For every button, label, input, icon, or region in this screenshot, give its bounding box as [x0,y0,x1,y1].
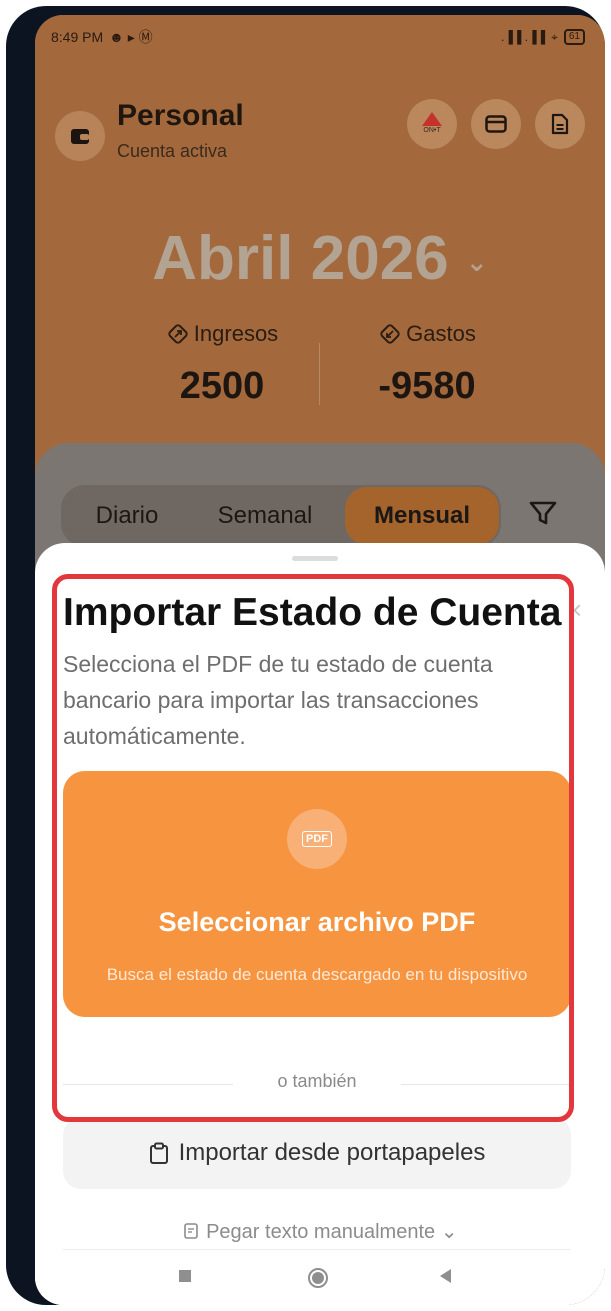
income-label: Ingresos [193,321,279,346]
sheet-description: Selecciona el PDF de tu estado de cuenta… [63,651,493,749]
pdf-file-icon: PDF [287,809,347,869]
or-text: o también [277,1071,357,1091]
home-button[interactable] [307,1267,329,1295]
select-pdf-subtitle: Busca el estado de cuenta descargado en … [106,965,528,984]
expense-icon [380,324,400,344]
select-pdf-title: Seleccionar archivo PDF [158,907,476,937]
manual-paste-toggle[interactable]: Pegar texto manualmente ⌄ [35,1219,605,1244]
recents-button[interactable] [177,1267,193,1290]
status-left: 8:49 PM ☻ ▸ Ⓜ [51,27,153,47]
tab-semanal[interactable]: Semanal [191,485,339,547]
import-bottom-sheet: Importar Estado de Cuenta × Selecciona e… [35,543,605,1305]
tab-diario[interactable]: Diario [65,485,189,547]
wifi-icon: ⌖ [551,29,558,44]
system-nav-bar [35,1255,605,1305]
filter-icon[interactable] [523,493,563,533]
summary-panel: Ingresos 2500 Gastos -9580 [35,321,605,431]
document-button[interactable] [535,99,585,149]
account-subtitle: Cuenta activa [117,141,228,161]
account-name[interactable]: Personal [117,99,244,133]
expense-value: -9580 [378,365,476,407]
signal-icon: .▐▐ .▐▐ [501,30,546,44]
credit-card-icon [485,115,507,133]
income-value: 2500 [179,365,265,407]
month-selector[interactable]: Abril 2026 ⌄ [35,223,605,294]
status-time: 8:49 PM [51,29,104,45]
import-clipboard-button[interactable]: Importar desde portapapeles [63,1117,571,1189]
month-label: Abril 2026 [152,224,449,293]
period-tabs: Diario Semanal Mensual [61,485,501,547]
phone-frame: 8:49 PM ☻ ▸ Ⓜ .▐▐ .▐▐ ⌖ 61 Personal Cuen… [6,6,605,1305]
expense-label-row: Gastos [327,321,527,347]
close-icon[interactable]: × [567,595,582,626]
income-label-row: Ingresos [122,321,322,347]
sheet-title: Importar Estado de Cuenta [63,591,562,634]
screen: 8:49 PM ☻ ▸ Ⓜ .▐▐ .▐▐ ⌖ 61 Personal Cuen… [35,15,605,1305]
select-pdf-button[interactable]: PDF Seleccionar archivo PDF Busca el est… [63,771,571,1017]
or-divider: o también [63,1069,571,1099]
summary-divider [319,343,320,405]
sheet-drag-handle[interactable] [292,556,338,561]
tab-mensual[interactable]: Mensual [345,487,499,545]
income-summary: Ingresos 2500 [122,321,322,408]
pdf-badge: PDF [302,831,332,847]
chevron-down-icon: ⌄ [465,247,488,278]
sheet-separator [63,1249,571,1250]
status-bar: 8:49 PM ☻ ▸ Ⓜ .▐▐ .▐▐ ⌖ 61 [35,15,605,59]
brand-button[interactable]: ON•T [407,99,457,149]
account-header: Personal Cuenta activa ON•T [55,99,585,169]
credit-card-button[interactable] [471,99,521,149]
status-right: .▐▐ .▐▐ ⌖ 61 [501,29,585,45]
document-icon [551,113,569,135]
battery-icon: 61 [563,29,585,45]
import-clipboard-label: Importar desde portapapeles [178,1139,486,1166]
brand-badge-text: ON•T [423,127,441,134]
edit-note-icon [183,1223,198,1239]
expense-summary: Gastos -9580 [327,321,527,408]
income-icon [168,324,188,344]
expense-label: Gastos [406,321,476,346]
notification-icons: ☻ ▸ Ⓜ [109,29,153,45]
brand-triangle-icon [422,112,442,126]
wallet-icon[interactable] [55,111,105,161]
manual-paste-label: Pegar texto manualmente [206,1221,436,1243]
back-button[interactable] [437,1267,453,1291]
clipboard-icon [149,1142,168,1164]
chevron-down-icon: ⌄ [440,1221,458,1243]
